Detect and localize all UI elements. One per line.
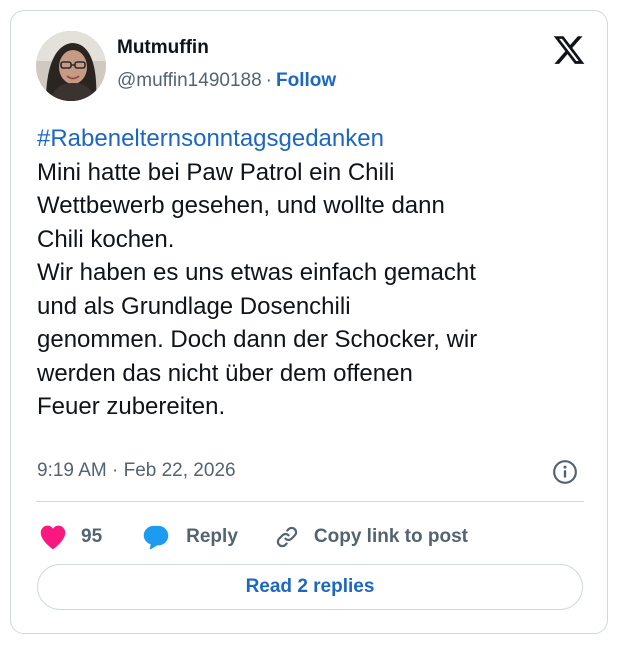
x-logo-icon[interactable] xyxy=(551,33,587,67)
post-text-line: genommen. Doch dann der Schocker, wir xyxy=(37,326,478,353)
like-count: 95 xyxy=(81,526,103,547)
author-avatar[interactable] xyxy=(36,31,106,101)
author-name[interactable]: Mutmuffin xyxy=(117,37,209,59)
post-text-line: Chili kochen. xyxy=(37,225,175,253)
reply-label: Reply xyxy=(186,526,238,547)
post-text-line: und als Grundlage Dosenchili xyxy=(37,292,351,320)
hashtag-link[interactable]: #Rabenelternsonntagsgedanken xyxy=(37,122,593,156)
post-text-line: Wettbewerb gesehen, und wollte dann xyxy=(37,192,445,219)
info-icon[interactable] xyxy=(552,459,578,485)
divider xyxy=(36,501,584,502)
post-text-line: Wir haben es uns etwas einfach gemacht xyxy=(37,259,476,286)
heart-icon xyxy=(40,525,66,550)
post-timestamp[interactable]: 9:19 AM · Feb 22, 2026 xyxy=(37,460,236,482)
author-meta: @muffin1490188 · Follow xyxy=(117,70,336,92)
follow-button[interactable]: Follow xyxy=(276,70,336,91)
meta-separator: · xyxy=(265,70,272,91)
like-button[interactable]: 95 xyxy=(39,524,102,550)
post-text-line: Mini hatte bei Paw Patrol ein Chili xyxy=(37,158,395,186)
post-text-line: werden das nicht über dem offenen xyxy=(37,359,413,387)
profile-photo-icon xyxy=(36,31,106,101)
post-card: Mutmuffin @muffin1490188 · Follow #Rabenel… xyxy=(10,10,608,634)
link-icon xyxy=(276,526,298,548)
copy-link-label: Copy link to post xyxy=(313,526,468,547)
author-handle[interactable]: @muffin1490188 xyxy=(117,70,262,91)
post-text-line: Feuer zubereiten. xyxy=(37,393,226,420)
action-bar: 95 Reply Copy link to post xyxy=(39,517,468,557)
reply-button[interactable]: Reply xyxy=(142,524,238,550)
copy-link-button[interactable]: Copy link to post xyxy=(274,524,468,550)
reply-bubble-icon xyxy=(143,525,169,550)
read-replies-button[interactable]: Read 2 replies xyxy=(37,564,583,610)
post-text: #Rabenelternsonntagsgedanken Mini hatte … xyxy=(37,122,593,424)
